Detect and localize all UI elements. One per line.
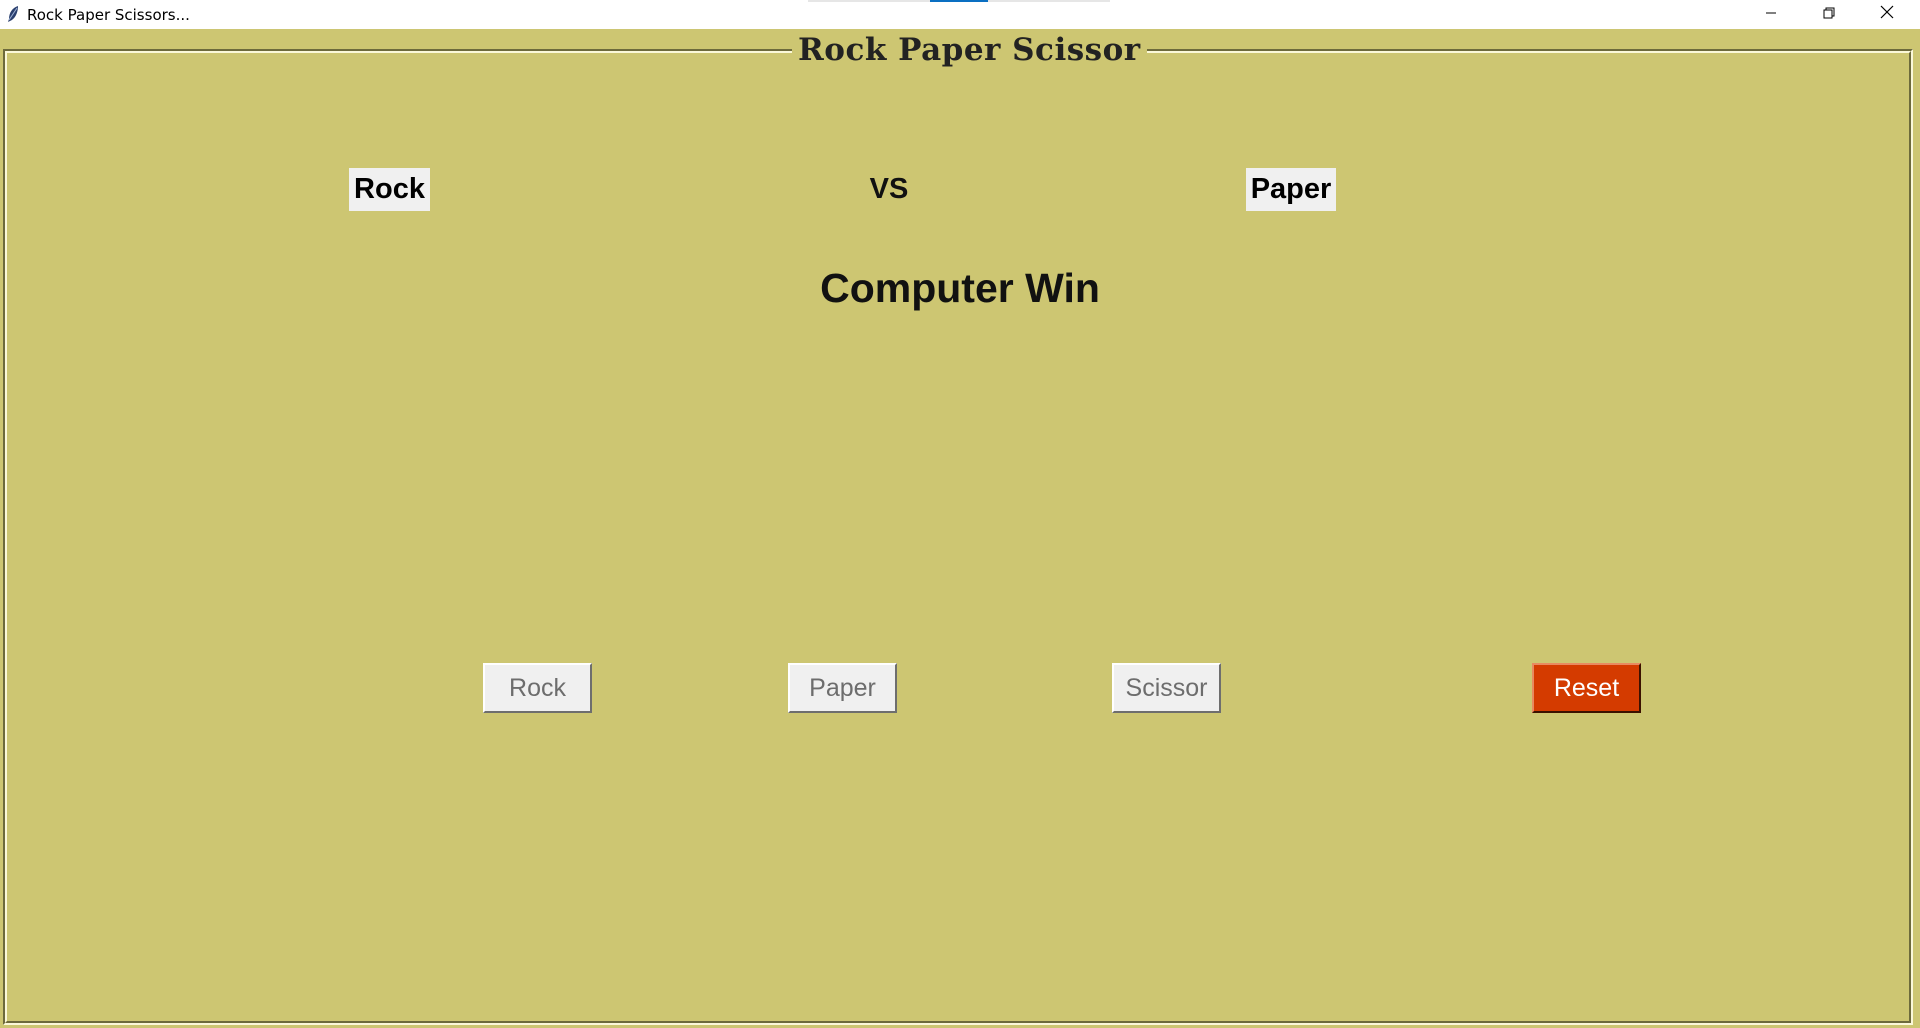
close-icon bbox=[1880, 5, 1894, 24]
frame-title: Rock Paper Scissor bbox=[792, 30, 1147, 70]
top-tab-accent bbox=[930, 0, 988, 2]
computer-choice-label: Paper bbox=[1246, 168, 1336, 211]
result-label: Computer Win bbox=[820, 265, 1100, 311]
rock-button[interactable]: Rock bbox=[483, 663, 592, 713]
paper-button[interactable]: Paper bbox=[788, 663, 897, 713]
window-title: Rock Paper Scissors... bbox=[27, 6, 190, 24]
reset-button[interactable]: Reset bbox=[1532, 663, 1641, 713]
feather-icon bbox=[6, 5, 20, 23]
game-frame bbox=[3, 49, 1913, 1025]
restore-icon bbox=[1823, 6, 1835, 24]
restore-button[interactable] bbox=[1800, 0, 1858, 29]
game-frame-inner-border bbox=[5, 51, 1911, 1023]
vs-label: VS bbox=[869, 173, 909, 205]
app-content: Rock Paper Scissor Rock VS Paper Compute… bbox=[0, 29, 1920, 1028]
player-choice-label: Rock bbox=[349, 168, 430, 211]
window-titlebar: Rock Paper Scissors... bbox=[0, 0, 1920, 29]
minimize-icon bbox=[1765, 6, 1777, 24]
scissor-button[interactable]: Scissor bbox=[1112, 663, 1221, 713]
top-tab-strip bbox=[808, 0, 930, 2]
minimize-button[interactable] bbox=[1742, 0, 1800, 29]
top-tab-strip-right bbox=[988, 0, 1110, 2]
close-button[interactable] bbox=[1858, 0, 1916, 29]
